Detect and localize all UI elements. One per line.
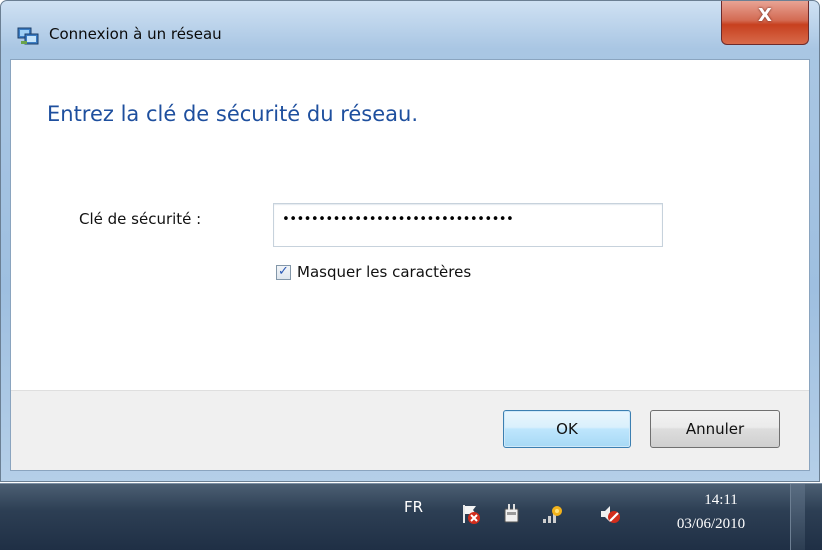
action-center-icon[interactable] xyxy=(458,502,482,526)
clock-date[interactable]: 03/06/2010 xyxy=(656,516,766,533)
page-title: Entrez la clé de sécurité du réseau. xyxy=(47,102,419,126)
show-desktop-button[interactable] xyxy=(790,484,805,550)
power-icon[interactable] xyxy=(500,502,524,526)
hide-characters-checkbox[interactable]: ✓ xyxy=(276,264,291,280)
clock-time[interactable]: 14:11 xyxy=(676,492,766,509)
security-key-input[interactable]: •••••••••••••••••••••••••••••••• xyxy=(273,203,663,247)
network-icon[interactable] xyxy=(540,502,564,526)
volume-muted-icon[interactable] xyxy=(598,502,622,526)
window-title: Connexion à un réseau xyxy=(49,25,222,43)
language-indicator[interactable]: FR xyxy=(404,498,423,516)
cancel-button[interactable]: Annuler xyxy=(650,410,780,448)
security-key-value: •••••••••••••••••••••••••••••••• xyxy=(282,212,514,227)
close-button[interactable]: X xyxy=(721,1,809,45)
title-bar[interactable]: Connexion à un réseau X xyxy=(1,1,819,59)
checkmark-icon: ✓ xyxy=(278,264,289,279)
hide-characters-label[interactable]: Masquer les caractères xyxy=(297,263,471,281)
security-key-label: Clé de sécurité : xyxy=(79,210,202,228)
dialog-content: Entrez la clé de sécurité du réseau. Clé… xyxy=(10,59,810,471)
button-bar: OK Annuler xyxy=(11,390,809,470)
network-connect-dialog: Connexion à un réseau X Entrez la clé de… xyxy=(0,0,820,482)
network-connection-icon xyxy=(17,27,39,45)
close-icon: X xyxy=(758,5,772,26)
taskbar: FR 14:11 03/06/2010 xyxy=(0,483,822,550)
ok-button[interactable]: OK xyxy=(503,410,631,448)
